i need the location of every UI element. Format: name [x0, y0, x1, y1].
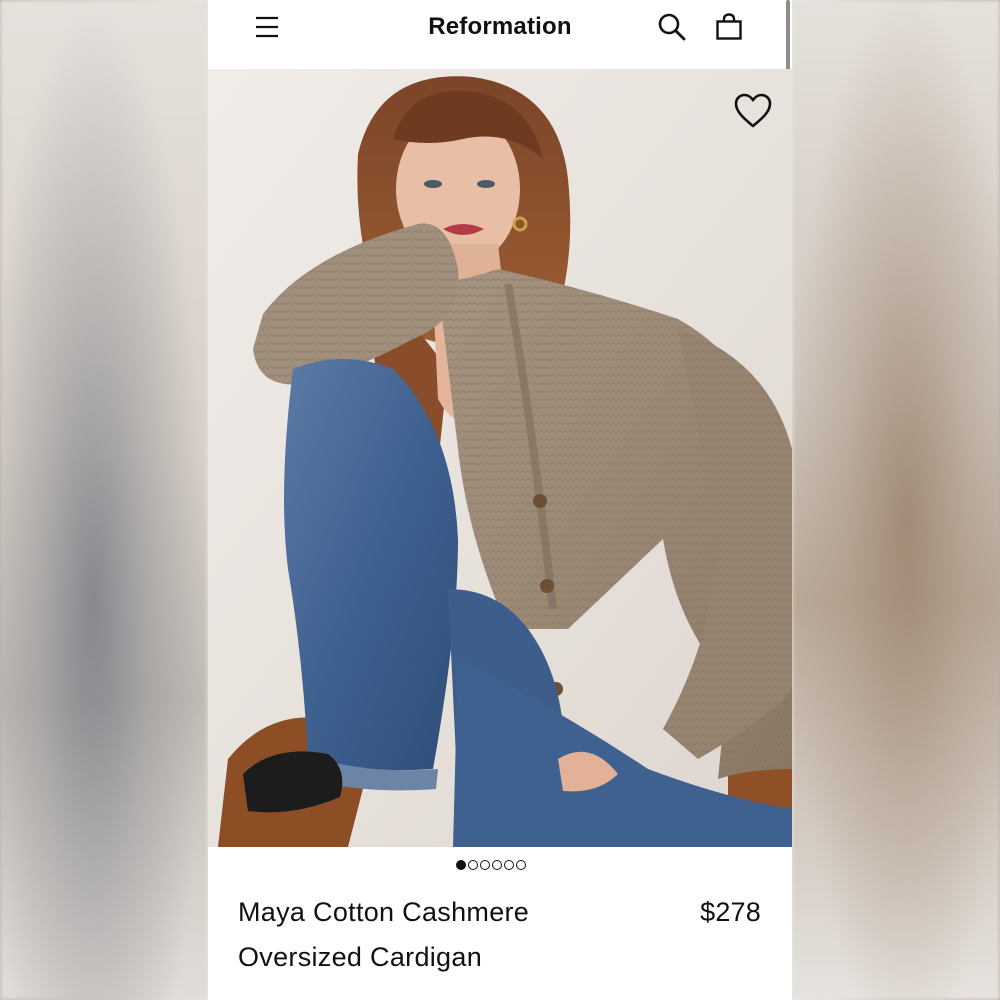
shopping-bag-icon[interactable] [713, 11, 745, 43]
carousel-dot[interactable] [456, 860, 466, 870]
right-blur-background [792, 0, 1000, 1000]
carousel-indicators[interactable] [456, 857, 526, 873]
search-icon[interactable] [656, 11, 688, 43]
product-price: $278 [700, 897, 761, 927]
product-hero-image[interactable] [208, 69, 792, 847]
carousel-dot[interactable] [504, 860, 514, 870]
carousel-dot[interactable] [480, 860, 490, 870]
brand-logo[interactable]: Reformation [208, 13, 792, 41]
carousel-dot[interactable] [492, 860, 502, 870]
carousel-dot[interactable] [516, 860, 526, 870]
top-navigation-bar: Reformation [208, 0, 792, 205]
product-name: Maya Cotton Cashmere Oversized Cardigan [238, 897, 530, 972]
mobile-screen: Reformation Maya Cotton Cashmere Oversiz… [208, 0, 792, 1000]
product-photo [208, 69, 792, 847]
heart-icon[interactable] [734, 93, 772, 129]
carousel-dot[interactable] [468, 860, 478, 870]
left-blur-background [0, 0, 208, 1000]
